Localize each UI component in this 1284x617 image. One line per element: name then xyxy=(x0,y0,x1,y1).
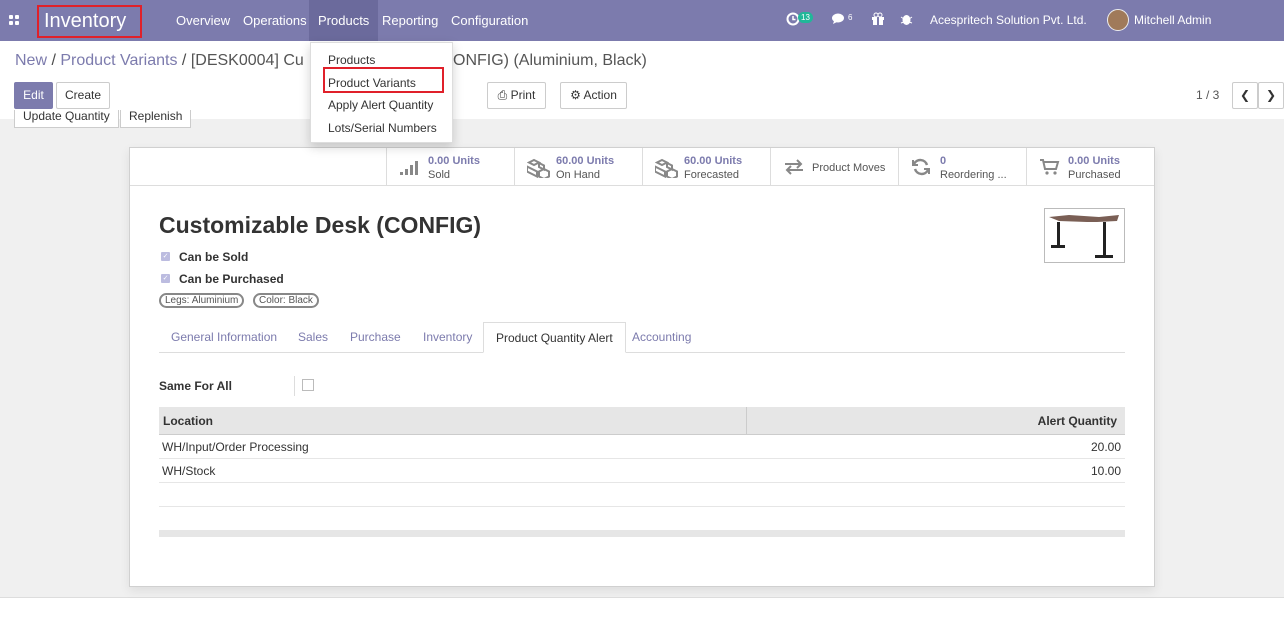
row-location: WH/Input/Order Processing xyxy=(162,440,309,454)
menu-configuration[interactable]: Configuration xyxy=(442,0,537,41)
replenish-button[interactable]: Replenish xyxy=(120,110,192,128)
menu-reporting[interactable]: Reporting xyxy=(373,0,447,41)
company-switcher[interactable]: Acespritech Solution Pvt. Ltd. xyxy=(930,0,1087,41)
products-dropdown-menu: Products Product Variants Apply Alert Qu… xyxy=(310,42,453,143)
row-alert-quantity: 10.00 xyxy=(1090,464,1121,478)
divider xyxy=(294,376,295,396)
menu-products[interactable]: Products xyxy=(309,0,379,41)
pager-value[interactable]: 1 / 3 xyxy=(1196,88,1219,102)
pager-next-button[interactable]: ❯ xyxy=(1258,82,1284,109)
table-row[interactable]: WH/Stock 10.00 xyxy=(159,459,1125,483)
breadcrumb: New / Product Variants / [DESK0004] Cu xyxy=(15,52,304,70)
breadcrumb-current: [DESK0004] Cu xyxy=(190,52,304,69)
action-label: Action xyxy=(583,88,617,102)
app-title[interactable]: Inventory xyxy=(37,5,142,38)
column-location[interactable]: Location xyxy=(159,407,747,435)
table-footer xyxy=(159,531,1125,537)
tab-general-information[interactable]: General Information xyxy=(159,322,289,353)
stat-reordering-label: Reordering ... xyxy=(940,169,1007,181)
menu-overview[interactable]: Overview xyxy=(167,0,239,41)
breadcrumb-product-variants[interactable]: Product Variants xyxy=(60,52,177,69)
stat-reordering-value: 0 xyxy=(940,155,947,167)
stat-sold-value: 0.00 Units xyxy=(428,155,480,167)
table-empty-row xyxy=(159,483,1125,507)
column-alert-quantity[interactable]: Alert Quantity xyxy=(747,407,1125,435)
tab-purchase[interactable]: Purchase xyxy=(338,322,413,353)
action-button[interactable]: ⚙ Action xyxy=(560,82,627,109)
print-icon: ⎙ xyxy=(497,88,508,102)
attribute-tag-legs: Legs: Aluminium xyxy=(159,293,245,308)
stat-product-moves-label: Product Moves xyxy=(812,162,886,174)
row-location: WH/Stock xyxy=(162,464,216,478)
smart-buttons-bar: 0.00 Units Sold 60.00 Units On Hand 60.0… xyxy=(130,148,1154,186)
menu-item-products[interactable]: Products xyxy=(328,53,375,67)
user-menu[interactable]: Mitchell Admin (odoo_14_db) xyxy=(1134,0,1284,82)
product-name: Customizable Desk (CONFIG) xyxy=(159,212,482,238)
stat-on-hand[interactable]: 60.00 Units On Hand xyxy=(514,148,642,186)
breadcrumb-separator: / xyxy=(51,52,56,69)
breadcrumb-new[interactable]: New xyxy=(15,52,47,69)
update-quantity-button[interactable]: Update Quantity xyxy=(14,110,119,128)
print-label: Print xyxy=(510,88,536,102)
top-navbar: Inventory Overview Operations Products R… xyxy=(0,0,1284,68)
attribute-tag-color: Color: Black xyxy=(253,293,319,308)
cubes-icon xyxy=(526,158,550,181)
edit-button[interactable]: Edit xyxy=(14,82,53,109)
same-for-all-checkbox[interactable] xyxy=(302,379,314,391)
refresh-icon xyxy=(911,158,933,176)
menu-item-lots-serial-numbers[interactable]: Lots/Serial Numbers xyxy=(328,121,437,135)
notebook-tabs: General Information Sales Purchase Inven… xyxy=(159,322,1125,353)
tab-sales[interactable]: Sales xyxy=(286,322,340,353)
form-sheet: 0.00 Units Sold 60.00 Units On Hand 60.0… xyxy=(129,147,1155,587)
stat-sold-label: Sold xyxy=(428,169,451,181)
stat-sold[interactable]: 0.00 Units Sold xyxy=(386,148,514,186)
stat-reordering[interactable]: 0 Reordering ... xyxy=(898,148,1026,186)
product-image[interactable] xyxy=(1044,208,1125,263)
signal-icon xyxy=(399,158,421,176)
table-empty-row xyxy=(159,507,1125,531)
user-avatar[interactable] xyxy=(1107,9,1129,31)
gear-icon: ⚙ xyxy=(570,88,581,102)
breadcrumb-current-tail-text: ONFIG) (Aluminium, Black) xyxy=(453,52,647,69)
stat-forecasted[interactable]: 60.00 Units Forecasted xyxy=(642,148,770,186)
can-be-purchased-checkbox[interactable]: ✓ xyxy=(161,274,170,283)
pager-previous-button[interactable]: ❮ xyxy=(1232,82,1258,109)
can-be-sold-label: Can be Sold xyxy=(179,250,249,264)
tab-product-quantity-alert[interactable]: Product Quantity Alert xyxy=(483,322,626,353)
stat-purchased-label: Purchased xyxy=(1068,169,1121,181)
gift-icon[interactable] xyxy=(871,12,885,29)
create-button[interactable]: Create xyxy=(56,82,110,109)
cubes-icon xyxy=(654,158,678,181)
cart-icon xyxy=(1039,158,1061,176)
table-row[interactable]: WH/Input/Order Processing 20.00 xyxy=(159,435,1125,459)
row-alert-quantity: 20.00 xyxy=(1090,440,1121,454)
can-be-sold-checkbox[interactable]: ✓ xyxy=(161,252,170,261)
exchange-icon xyxy=(783,158,805,176)
menu-item-product-variants[interactable]: Product Variants xyxy=(328,76,416,90)
stat-forecasted-value: 60.00 Units xyxy=(684,155,743,167)
print-button[interactable]: ⎙ Print xyxy=(487,82,546,109)
stat-product-moves[interactable]: Product Moves xyxy=(770,148,898,186)
chevron-right-icon: ❯ xyxy=(1265,88,1277,102)
can-be-purchased-label: Can be Purchased xyxy=(179,272,284,286)
debug-bug-icon[interactable] xyxy=(900,12,913,29)
stat-purchased[interactable]: 0.00 Units Purchased xyxy=(1026,148,1154,186)
breadcrumb-separator: / xyxy=(181,52,187,69)
stat-on-hand-label: On Hand xyxy=(556,169,601,181)
stat-purchased-value: 0.00 Units xyxy=(1068,155,1120,167)
activity-count-badge: 13 xyxy=(798,12,813,23)
stat-on-hand-value: 60.00 Units xyxy=(556,155,615,167)
apps-menu-icon[interactable] xyxy=(9,15,20,26)
tab-inventory[interactable]: Inventory xyxy=(411,322,484,353)
message-count-badge: 6 xyxy=(848,13,853,22)
breadcrumb-current-tail: ONFIG) (Aluminium, Black) xyxy=(453,52,647,70)
stat-forecasted-label: Forecasted xyxy=(684,169,740,181)
same-for-all-label: Same For All xyxy=(159,379,232,393)
chevron-left-icon: ❮ xyxy=(1239,88,1251,102)
menu-operations[interactable]: Operations xyxy=(234,0,316,41)
tab-accounting[interactable]: Accounting xyxy=(620,322,703,353)
menu-item-apply-alert-quantity[interactable]: Apply Alert Quantity xyxy=(328,98,433,112)
